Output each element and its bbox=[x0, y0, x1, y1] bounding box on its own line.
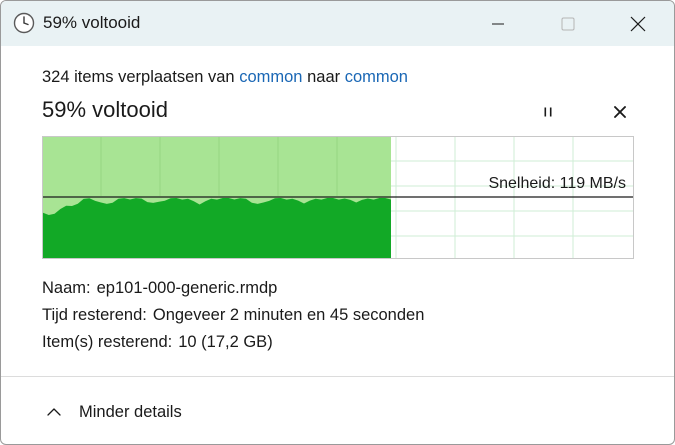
items-remaining-label: Item(s) resterend: bbox=[42, 333, 173, 351]
name-label: Naam: bbox=[42, 279, 91, 297]
less-details-label: Minder details bbox=[79, 402, 182, 421]
speed-label: Snelheid: 119 MB/s bbox=[488, 175, 626, 192]
time-remaining-value: Ongeveer 2 minuten en 45 seconden bbox=[152, 306, 425, 324]
maximize-button bbox=[533, 1, 603, 46]
details-section: Naam: ep101-000-generic.rmdp Tijd restere… bbox=[42, 277, 424, 358]
detail-row-time: Tijd resterend: Ongeveer 2 minuten en 45 … bbox=[42, 304, 424, 331]
close-icon bbox=[630, 16, 646, 31]
pause-button[interactable] bbox=[537, 101, 559, 123]
operation-description: 324 items verplaatsen van common naar co… bbox=[42, 68, 408, 87]
source-folder-link[interactable]: common bbox=[239, 68, 302, 86]
footer-separator bbox=[1, 376, 674, 377]
pause-icon bbox=[544, 107, 552, 117]
cancel-operation-button[interactable] bbox=[609, 101, 631, 123]
speed-graph: Snelheid: 119 MB/s bbox=[42, 136, 634, 259]
operation-mid-text: naar bbox=[307, 68, 341, 86]
detail-row-items: Item(s) resterend: 10 (17,2 GB) bbox=[42, 331, 424, 358]
minimize-icon bbox=[492, 23, 504, 24]
time-remaining-label: Tijd resterend: bbox=[42, 306, 147, 324]
file-operation-dialog: 59% voltooid 324 items verplaatsen van c… bbox=[0, 0, 675, 445]
close-button[interactable] bbox=[603, 1, 673, 46]
maximize-icon bbox=[561, 17, 575, 30]
destination-folder-link[interactable]: common bbox=[345, 68, 408, 86]
name-value: ep101-000-generic.rmdp bbox=[96, 279, 278, 297]
title-bar: 59% voltooid bbox=[1, 1, 674, 46]
less-details-toggle[interactable]: Minder details bbox=[45, 400, 182, 424]
progress-heading: 59% voltooid bbox=[42, 97, 168, 122]
minimize-button[interactable] bbox=[463, 1, 533, 46]
stop-icon bbox=[614, 106, 626, 118]
operation-count-text: 324 items verplaatsen van bbox=[42, 68, 235, 86]
chevron-up-icon bbox=[47, 408, 61, 416]
detail-row-name: Naam: ep101-000-generic.rmdp bbox=[42, 277, 424, 304]
clock-icon bbox=[13, 12, 35, 34]
window-title: 59% voltooid bbox=[43, 13, 141, 32]
items-remaining-value: 10 (17,2 GB) bbox=[178, 333, 273, 351]
speed-area bbox=[43, 198, 391, 258]
